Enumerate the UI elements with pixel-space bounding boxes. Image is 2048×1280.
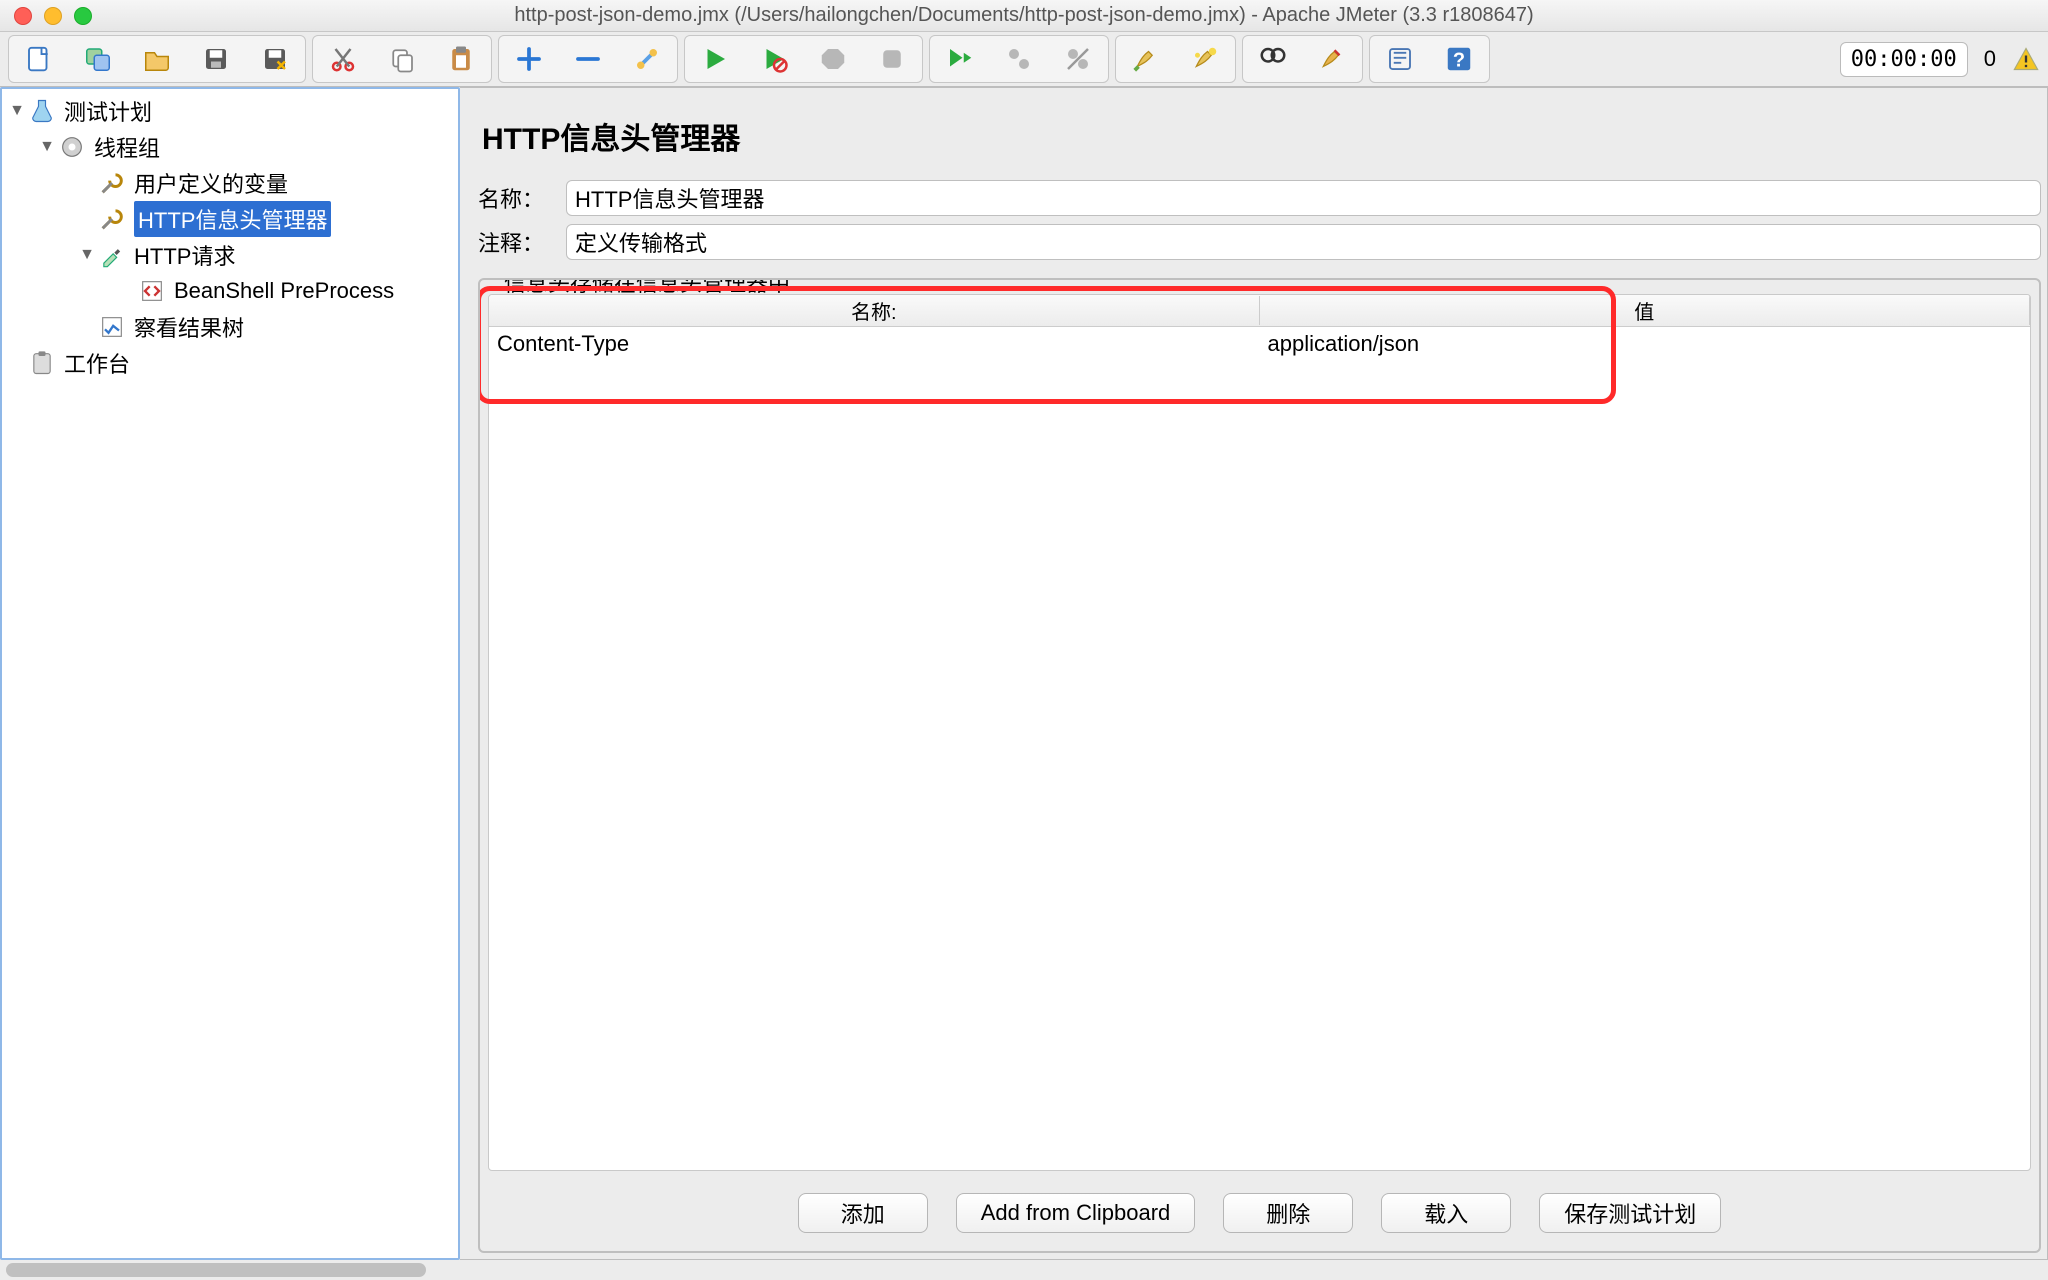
cut-button[interactable] <box>315 38 371 80</box>
warning-icon[interactable] <box>2012 45 2040 73</box>
header-value-cell[interactable]: application/json <box>1260 331 2031 357</box>
horizontal-scrollbar[interactable] <box>0 1260 2048 1280</box>
reset-search-button[interactable] <box>1304 38 1360 80</box>
gear-icon <box>58 133 86 161</box>
search-button[interactable] <box>1245 38 1301 80</box>
new-fragment-button[interactable] <box>70 38 126 80</box>
tree-item-beanshell[interactable]: ▼ BeanShell PreProcess <box>2 273 458 309</box>
tree-label: 用户定义的变量 <box>134 167 288 199</box>
tree-label: 察看结果树 <box>134 311 244 343</box>
tree-item-workbench[interactable]: ▼ 工作台 <box>2 345 458 381</box>
page-title: HTTP信息头管理器 <box>478 92 2041 176</box>
headers-fieldset: 信息头存储在信息头管理器中 名称: 值 Content-Type applica… <box>478 278 2041 1253</box>
tree-item-uservars[interactable]: ▼ 用户定义的变量 <box>2 165 458 201</box>
tree-item-testplan[interactable]: ▼ 测试计划 <box>2 93 458 129</box>
remote-stop-button[interactable] <box>991 38 1047 80</box>
elapsed-time: 00:00:00 <box>1851 47 1957 72</box>
comment-label: 注释： <box>478 226 566 258</box>
tree-label: 测试计划 <box>64 95 152 127</box>
table-row[interactable]: Content-Type application/json <box>489 327 2030 361</box>
beaker-icon <box>28 97 56 125</box>
tree-panel[interactable]: ▼ 测试计划 ▼ 线程组 ▼ 用户定义的变量 ▼ HTTP信息头管理器 ▼ HT… <box>0 87 460 1260</box>
column-value[interactable]: 值 <box>1260 296 2031 325</box>
remote-shutdown-button[interactable] <box>1050 38 1106 80</box>
close-window-button[interactable] <box>14 7 32 25</box>
collapse-button[interactable] <box>560 38 616 80</box>
main-area: ▼ 测试计划 ▼ 线程组 ▼ 用户定义的变量 ▼ HTTP信息头管理器 ▼ HT… <box>0 87 2048 1260</box>
wrench-icon <box>98 205 126 233</box>
dropper-icon <box>98 241 126 269</box>
name-input[interactable] <box>566 180 2041 216</box>
toolbar: ? 00:00:00 0 <box>0 32 2048 87</box>
toggle-button[interactable] <box>619 38 675 80</box>
help-button[interactable]: ? <box>1431 38 1487 80</box>
titlebar: http-post-json-demo.jmx (/Users/hailongc… <box>0 0 2048 32</box>
tree-label: HTTP请求 <box>134 239 235 271</box>
expand-toggle[interactable]: ▼ <box>78 246 96 264</box>
load-button[interactable]: 载入 <box>1381 1193 1511 1233</box>
add-button[interactable]: 添加 <box>798 1193 928 1233</box>
tree-item-threadgroup[interactable]: ▼ 线程组 <box>2 129 458 165</box>
name-label: 名称： <box>478 182 566 214</box>
tree-item-headermgr[interactable]: ▼ HTTP信息头管理器 <box>2 201 458 237</box>
start-noTimers-button[interactable] <box>746 38 802 80</box>
minimize-window-button[interactable] <box>44 7 62 25</box>
tree-label: 工作台 <box>64 347 130 379</box>
header-name-cell[interactable]: Content-Type <box>489 331 1260 357</box>
clear-button[interactable] <box>1118 38 1174 80</box>
table-body[interactable]: Content-Type application/json <box>489 327 2030 1170</box>
new-testplan-button[interactable] <box>11 38 67 80</box>
function-helper-button[interactable] <box>1372 38 1428 80</box>
results-icon <box>98 313 126 341</box>
window-controls <box>0 7 92 25</box>
expand-toggle[interactable]: ▼ <box>8 102 26 120</box>
copy-button[interactable] <box>374 38 430 80</box>
tree-label: HTTP信息头管理器 <box>134 201 331 237</box>
expand-button[interactable] <box>501 38 557 80</box>
paste-button[interactable] <box>433 38 489 80</box>
timer-display: 00:00:00 <box>1840 42 1968 77</box>
column-name[interactable]: 名称: <box>489 296 1260 325</box>
button-bar: 添加 Add from Clipboard 删除 载入 保存测试计划 <box>480 1179 2039 1251</box>
comment-row: 注释： <box>478 224 2041 260</box>
shutdown-button[interactable] <box>864 38 920 80</box>
add-clipboard-button[interactable]: Add from Clipboard <box>956 1193 1196 1233</box>
tree-label: BeanShell PreProcess <box>174 278 394 304</box>
tree-label: 线程组 <box>94 131 160 163</box>
scroll-thumb[interactable] <box>6 1263 426 1277</box>
svg-text:?: ? <box>1453 50 1465 72</box>
tree-item-viewtree[interactable]: ▼ 察看结果树 <box>2 309 458 345</box>
save-testplan-button[interactable]: 保存测试计划 <box>1539 1193 1721 1233</box>
save-as-button[interactable] <box>247 38 303 80</box>
expand-toggle[interactable]: ▼ <box>38 138 56 156</box>
zoom-window-button[interactable] <box>74 7 92 25</box>
window-title: http-post-json-demo.jmx (/Users/hailongc… <box>0 4 2048 27</box>
table-header: 名称: 值 <box>489 295 2030 327</box>
script-icon <box>138 277 166 305</box>
wrench-icon <box>98 169 126 197</box>
clipboard-icon <box>28 349 56 377</box>
open-button[interactable] <box>129 38 185 80</box>
editor-panel: HTTP信息头管理器 名称： 注释： 信息头存储在信息头管理器中 名称: 值 <box>460 87 2048 1260</box>
save-button[interactable] <box>188 38 244 80</box>
start-button[interactable] <box>687 38 743 80</box>
remote-start-button[interactable] <box>932 38 988 80</box>
headers-table[interactable]: 名称: 值 Content-Type application/json <box>488 294 2031 1171</box>
clear-all-button[interactable] <box>1177 38 1233 80</box>
active-threads: 0 <box>1974 46 2006 72</box>
tree-item-httpreq[interactable]: ▼ HTTP请求 <box>2 237 458 273</box>
comment-input[interactable] <box>566 224 2041 260</box>
stop-button[interactable] <box>805 38 861 80</box>
delete-button[interactable]: 删除 <box>1223 1193 1353 1233</box>
name-row: 名称： <box>478 180 2041 216</box>
